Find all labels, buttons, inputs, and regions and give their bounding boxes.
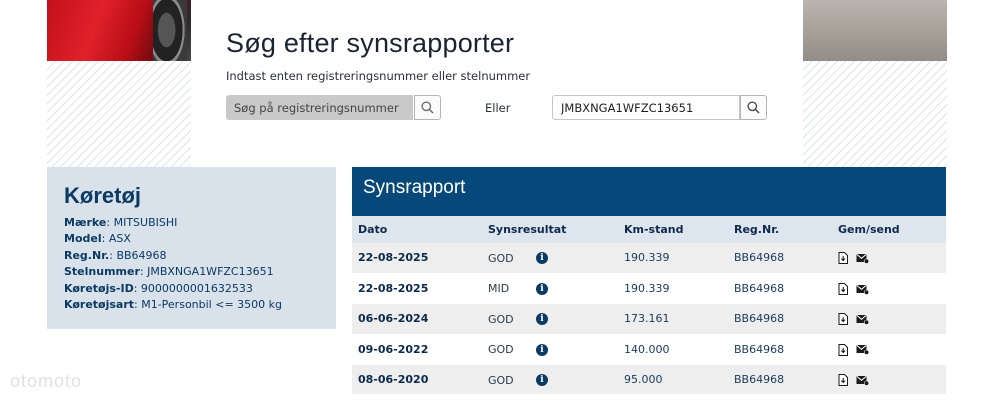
vehicle-value: ASX — [108, 232, 131, 246]
table-header-row: Dato Synsresultat Km-stand Reg.Nr. Gem/s… — [352, 216, 946, 243]
vehicle-label: Mærke — [64, 216, 107, 229]
vehicle-row-type: Køretøjsart: M1-Personbil <= 3500 kg — [64, 298, 283, 312]
cell-date: 08-06-2020 — [352, 364, 482, 396]
search-card: Søg efter synsrapporter Indtast enten re… — [191, 0, 803, 167]
car-photo-right — [803, 0, 947, 61]
column-header-result: Synsresultat — [482, 216, 618, 243]
vehicle-value: M1-Personbil <= 3500 kg — [141, 298, 283, 312]
info-circle-icon[interactable]: i — [536, 313, 548, 326]
vehicle-label: Køretøjs-ID — [64, 281, 134, 295]
cell-actions — [832, 364, 946, 396]
info-circle-icon[interactable]: i — [536, 374, 548, 386]
vehicle-row-vin: Stelnummer: JMBXNGA1WFZC13651 — [64, 265, 274, 279]
pdf-download-icon[interactable] — [838, 343, 848, 356]
column-header-date: Dato — [352, 216, 482, 243]
hatched-background-left — [47, 61, 191, 167]
cell-result: GOD i — [482, 334, 618, 366]
vehicle-label: Reg.Nr. — [64, 248, 110, 262]
info-circle-icon[interactable]: i — [536, 252, 548, 265]
cell-reg: BB64968 — [728, 334, 832, 366]
cell-result: GOD i — [482, 303, 618, 335]
registration-search-button[interactable] — [414, 95, 441, 120]
cell-km: 190.339 — [618, 273, 728, 305]
hatched-background-right — [803, 61, 947, 167]
vehicle-panel: Køretøj Mærke: MITSUBISHI Model: ASX Reg… — [47, 167, 336, 329]
cell-km: 95.000 — [618, 364, 728, 396]
result-text: MID — [488, 282, 510, 296]
vehicle-value: 9000000001632533 — [140, 281, 253, 295]
cell-result: GOD i — [482, 243, 618, 274]
table-row: 22-08-2025 MID i 190.339 BB64968 — [352, 273, 946, 305]
report-table: Dato Synsresultat Km-stand Reg.Nr. Gem/s… — [352, 216, 946, 396]
car-photo-left — [47, 0, 191, 61]
cell-reg: BB64968 — [728, 273, 832, 305]
cell-reg: BB64968 — [728, 243, 832, 274]
wheel-image — [153, 0, 187, 61]
cell-reg: BB64968 — [728, 303, 832, 335]
column-header-reg: Reg.Nr. — [728, 216, 832, 243]
vehicle-value: BB64968 — [116, 248, 167, 262]
result-text: GOD — [488, 251, 514, 265]
result-text: GOD — [488, 312, 514, 326]
vehicle-label: Model — [64, 232, 102, 246]
report-title: Synsrapport — [363, 177, 466, 198]
cell-reg: BB64968 — [728, 364, 832, 396]
cell-result: MID i — [482, 273, 618, 305]
vehicle-label: Køretøjsart — [64, 298, 135, 312]
page-title: Søg efter synsrapporter — [226, 28, 515, 58]
cell-actions — [832, 243, 946, 274]
info-circle-icon[interactable]: i — [536, 343, 548, 356]
table-row: 06-06-2024 GOD i 173.161 BB64968 — [352, 303, 946, 335]
envelope-send-icon[interactable] — [856, 314, 870, 325]
table-row: 09-06-2022 GOD i 140.000 BB64968 — [352, 334, 946, 366]
envelope-send-icon[interactable] — [856, 375, 870, 386]
vehicle-row-make: Mærke: MITSUBISHI — [64, 216, 178, 229]
table-row: 22-08-2025 GOD i 190.339 BB64968 — [352, 243, 946, 274]
report-header: Synsrapport — [352, 167, 946, 216]
vehicle-label: Stelnummer — [64, 265, 140, 279]
search-icon — [747, 101, 760, 114]
pdf-download-icon[interactable] — [838, 283, 848, 296]
vehicle-row-model: Model: ASX — [64, 232, 131, 246]
cell-result: GOD i — [482, 364, 618, 396]
cell-actions — [832, 273, 946, 305]
cell-km: 140.000 — [618, 334, 728, 366]
cell-date: 09-06-2022 — [352, 334, 482, 366]
vin-search-input[interactable] — [552, 95, 740, 120]
result-text: GOD — [488, 343, 514, 357]
vin-search-button[interactable] — [740, 95, 767, 120]
cell-date: 06-06-2024 — [352, 303, 482, 335]
cell-date: 22-08-2025 — [352, 243, 482, 274]
cell-actions — [832, 334, 946, 366]
cell-km: 173.161 — [618, 303, 728, 335]
cell-km: 190.339 — [618, 243, 728, 274]
envelope-send-icon[interactable] — [856, 253, 870, 264]
vehicle-value: JMBXNGA1WFZC13651 — [147, 265, 274, 279]
vehicle-value: MITSUBISHI — [113, 216, 178, 229]
vehicle-row-reg: Reg.Nr.: BB64968 — [64, 248, 167, 262]
pdf-download-icon[interactable] — [838, 313, 848, 326]
info-circle-icon[interactable]: i — [536, 282, 548, 295]
search-subtitle: Indtast enten registreringsnummer eller … — [226, 69, 531, 83]
cell-date: 22-08-2025 — [352, 273, 482, 305]
vehicle-row-id: Køretøjs-ID: 9000000001632533 — [64, 281, 253, 295]
watermark-logo: otomoto — [10, 371, 83, 391]
column-header-save-send: Gem/send — [832, 216, 946, 243]
envelope-send-icon[interactable] — [856, 344, 870, 356]
or-label: Eller — [485, 101, 511, 115]
envelope-send-icon[interactable] — [856, 284, 870, 295]
pdf-download-icon[interactable] — [838, 374, 848, 387]
search-icon — [421, 101, 434, 114]
column-header-km: Km-stand — [618, 216, 728, 243]
cell-actions — [832, 303, 946, 335]
registration-search-input[interactable] — [226, 95, 413, 120]
table-row: 08-06-2020 GOD i 95.000 BB64968 — [352, 364, 946, 396]
pdf-download-icon[interactable] — [838, 252, 848, 265]
vehicle-title: Køretøj — [64, 183, 141, 208]
result-text: GOD — [488, 373, 514, 387]
